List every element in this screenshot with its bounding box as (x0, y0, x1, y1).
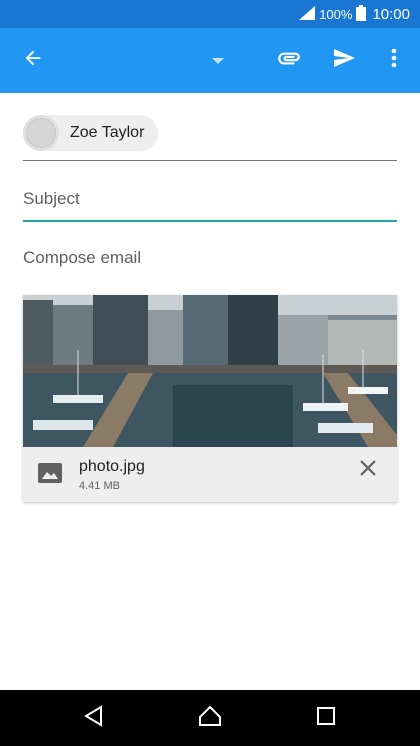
nav-recents-icon (316, 706, 336, 731)
remove-attachment-button[interactable] (353, 455, 383, 485)
subject-placeholder: Subject (23, 189, 80, 208)
compose-placeholder: Compose email (23, 248, 142, 267)
send-button[interactable] (320, 28, 368, 93)
to-field[interactable]: Zoe Taylor (23, 94, 397, 161)
close-icon (359, 459, 377, 482)
attachment-card[interactable]: photo.jpg 4.41 MB (23, 295, 397, 502)
battery-icon (356, 4, 367, 24)
from-account-dropdown[interactable] (194, 28, 242, 93)
nav-recents-button[interactable] (302, 690, 350, 746)
attachment-size: 4.41 MB (79, 480, 120, 492)
system-nav-bar (0, 690, 420, 746)
send-icon (331, 46, 357, 75)
avatar (23, 115, 59, 151)
more-options-button[interactable] (370, 28, 418, 93)
subject-field[interactable]: Subject (23, 176, 397, 222)
nav-home-button[interactable] (186, 690, 234, 746)
nav-home-icon (198, 705, 222, 732)
nav-back-button[interactable] (70, 690, 118, 746)
back-button[interactable] (9, 28, 57, 93)
attachment-name: photo.jpg (79, 458, 145, 475)
recipient-name: Zoe Taylor (70, 124, 145, 141)
image-file-icon (37, 462, 65, 486)
attachment-thumbnail (23, 295, 397, 447)
attach-button[interactable] (265, 28, 313, 93)
battery-percent: 100% (319, 6, 353, 22)
status-bar: 100% 10:00 (0, 0, 420, 28)
dropdown-arrow-icon (211, 52, 225, 70)
more-vert-icon (391, 48, 397, 73)
back-arrow-icon (22, 47, 44, 74)
compose-field[interactable]: Compose email (23, 240, 397, 280)
recipient-chip[interactable]: Zoe Taylor (23, 115, 159, 151)
nav-back-icon (84, 704, 104, 732)
app-bar (0, 28, 420, 93)
clock: 10:00 (372, 5, 410, 23)
attach-icon (276, 45, 302, 76)
signal-icon (299, 5, 316, 23)
